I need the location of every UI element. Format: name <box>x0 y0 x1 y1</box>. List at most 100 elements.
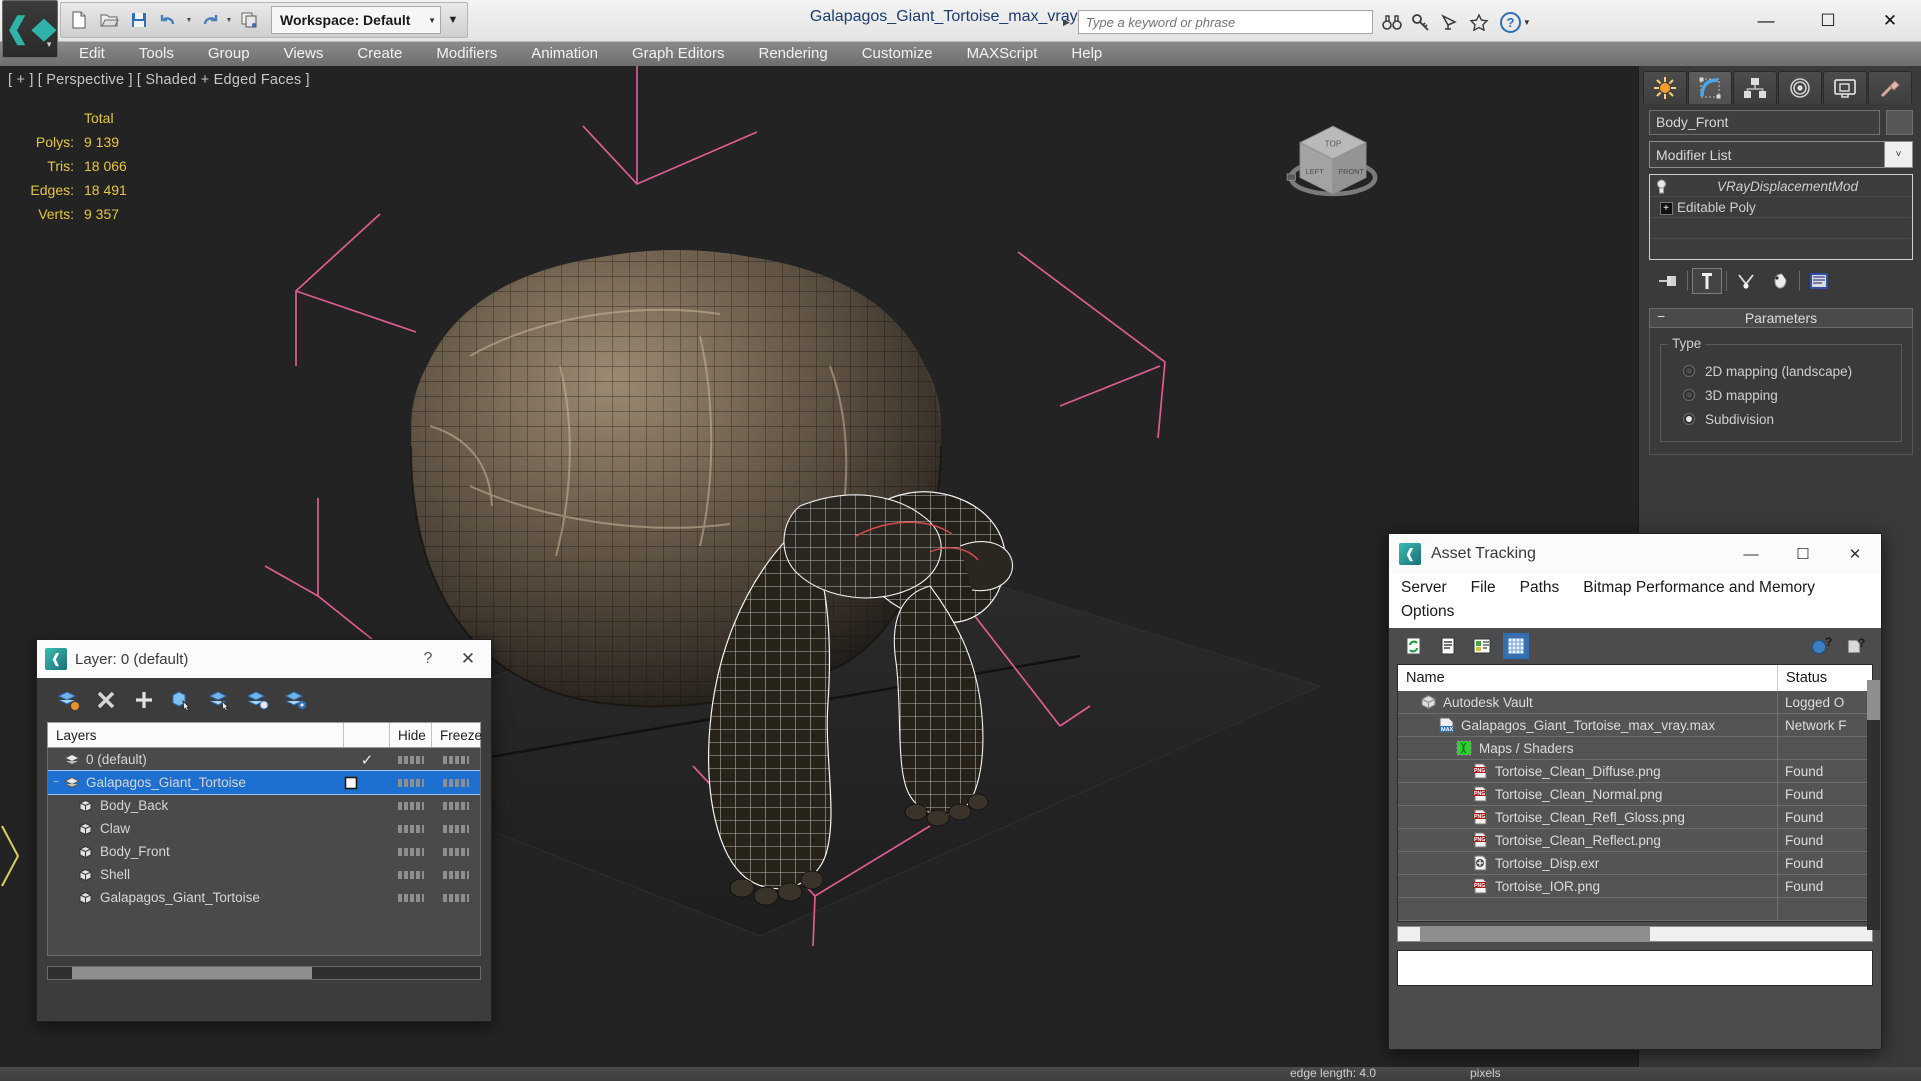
asset-row-ior-png[interactable]: PNG Tortoise_IOR.png Found <box>1398 874 1872 898</box>
asset-vertical-scrollbar[interactable] <box>1867 680 1880 930</box>
asset-row-max-file[interactable]: MAX Galapagos_Giant_Tortoise_max_vray.ma… <box>1398 713 1872 737</box>
binoculars-icon[interactable] <box>1379 10 1405 34</box>
asset-maximize-button[interactable]: ☐ <box>1777 534 1829 574</box>
menu-item-help[interactable]: Help <box>1054 42 1119 66</box>
create-new-layer-icon[interactable] <box>53 686 83 714</box>
new-file-icon[interactable] <box>65 6 93 34</box>
configure-modifier-sets-button[interactable] <box>1804 268 1834 294</box>
asset-menu-server[interactable]: Server <box>1389 576 1459 600</box>
modify-tab[interactable] <box>1688 71 1732 104</box>
delete-layer-icon[interactable] <box>91 686 121 714</box>
layer-horizontal-scrollbar[interactable] <box>47 966 481 980</box>
search-box[interactable] <box>1077 10 1373 34</box>
freeze-toggle[interactable] <box>432 774 480 792</box>
hide-toggle[interactable] <box>390 774 432 792</box>
save-file-icon[interactable] <box>125 6 153 34</box>
modifier-list-dropdown[interactable]: Modifier List ˅ <box>1649 141 1913 168</box>
layer-settings-icon[interactable] <box>281 686 311 714</box>
asset-tracking-window[interactable]: ❰ Asset Tracking — ☐ ✕ Server File Paths… <box>1388 533 1882 1050</box>
stack-item-editable-poly[interactable]: + Editable Poly <box>1651 197 1911 218</box>
asset-menu-paths[interactable]: Paths <box>1508 576 1572 600</box>
hide-toggle[interactable] <box>390 820 432 838</box>
application-menu-button[interactable]: ❰◆ ▼ <box>2 0 58 58</box>
current-layer-check-icon[interactable]: ✓ <box>344 751 390 769</box>
layer-column-hide[interactable]: Hide <box>390 723 432 747</box>
asset-horizontal-scrollbar[interactable] <box>1397 926 1873 942</box>
menu-item-animation[interactable]: Animation <box>514 42 615 66</box>
redo-icon[interactable] <box>195 6 223 34</box>
layer-row-body-front[interactable]: Body_Front <box>48 840 480 863</box>
radio-3d-mapping[interactable]: 3D mapping <box>1671 383 1895 407</box>
collapse-icon[interactable]: − <box>1657 308 1665 324</box>
layer-list[interactable]: 0 (default) ✓ − Galapagos_Giant_Tortoise <box>47 748 481 956</box>
menu-item-create[interactable]: Create <box>340 42 419 66</box>
asset-column-name[interactable]: Name <box>1398 665 1778 691</box>
layer-row-galapagos-giant-tortoise-object[interactable]: Galapagos_Giant_Tortoise <box>48 886 480 909</box>
view-cube[interactable]: TOP LEFT FRONT <box>1278 106 1388 216</box>
maximize-button[interactable]: ☐ <box>1797 0 1859 42</box>
redo-dropdown-arrow-icon[interactable]: ▼ <box>225 17 233 24</box>
plus-box-icon[interactable]: + <box>1655 200 1677 215</box>
help-button[interactable]: ? ▼ <box>1499 11 1531 33</box>
radio-subdivision[interactable]: Subdivision <box>1671 407 1895 431</box>
layer-column-layers[interactable]: Layers <box>48 723 344 747</box>
grid-view-icon[interactable] <box>1503 633 1529 659</box>
viewport-label[interactable]: [ + ] [ Perspective ] [ Shaded + Edged F… <box>8 72 310 88</box>
undo-dropdown-arrow-icon[interactable]: ▼ <box>185 17 193 24</box>
layer-column-current[interactable] <box>344 723 390 747</box>
current-layer-checkbox[interactable] <box>344 776 390 790</box>
help-icon[interactable]: ? <box>1843 633 1869 659</box>
radio-2d-mapping[interactable]: 2D mapping (landscape) <box>1671 359 1895 383</box>
layer-row-galapagos-giant-tortoise[interactable]: − Galapagos_Giant_Tortoise <box>48 770 480 795</box>
asset-row-autodesk-vault[interactable]: Autodesk Vault Logged O <box>1398 690 1872 714</box>
asset-row-diffuse-png[interactable]: PNG Tortoise_Clean_Diffuse.png Found <box>1398 759 1872 783</box>
set-current-layer-icon[interactable] <box>243 686 273 714</box>
open-file-icon[interactable] <box>95 6 123 34</box>
close-button[interactable]: ✕ <box>1859 0 1921 42</box>
scrollbar-thumb[interactable] <box>72 967 312 979</box>
hierarchy-tab[interactable] <box>1733 71 1777 104</box>
asset-row-refl-gloss-png[interactable]: PNG Tortoise_Clean_Refl_Gloss.png Found <box>1398 805 1872 829</box>
asset-row-disp-exr[interactable]: Tortoise_Disp.exr Found <box>1398 851 1872 875</box>
menu-item-customize[interactable]: Customize <box>845 42 950 66</box>
menu-item-group[interactable]: Group <box>191 42 267 66</box>
scrollbar-thumb[interactable] <box>1867 680 1880 720</box>
asset-menu-file[interactable]: File <box>1459 576 1508 600</box>
hide-toggle[interactable] <box>390 751 432 769</box>
menu-item-views[interactable]: Views <box>267 42 341 66</box>
freeze-toggle[interactable] <box>432 751 480 769</box>
scrollbar-thumb[interactable] <box>1420 927 1650 941</box>
hide-toggle[interactable] <box>390 866 432 884</box>
menu-item-graph-editors[interactable]: Graph Editors <box>615 42 742 66</box>
freeze-toggle[interactable] <box>432 866 480 884</box>
minimize-button[interactable]: — <box>1735 0 1797 42</box>
hide-toggle[interactable] <box>390 889 432 907</box>
show-end-result-button[interactable] <box>1692 268 1722 294</box>
remove-modifier-button[interactable] <box>1765 268 1795 294</box>
list-view-icon[interactable] <box>1435 633 1461 659</box>
select-object-layer-icon[interactable] <box>167 686 197 714</box>
layer-row-claw[interactable]: Claw <box>48 817 480 840</box>
utilities-tab[interactable] <box>1868 71 1912 104</box>
add-selection-icon[interactable] <box>129 686 159 714</box>
layer-row-0-default[interactable]: 0 (default) ✓ <box>48 748 480 771</box>
help-new-icon[interactable]: ? <box>1809 633 1835 659</box>
motion-tab[interactable] <box>1778 71 1822 104</box>
chevron-down-icon[interactable]: ▼ <box>1523 18 1531 27</box>
freeze-toggle[interactable] <box>432 843 480 861</box>
expander-icon[interactable]: − <box>48 777 64 788</box>
asset-minimize-button[interactable]: — <box>1725 534 1777 574</box>
menu-item-modifiers[interactable]: Modifiers <box>419 42 514 66</box>
asset-row-normal-png[interactable]: PNG Tortoise_Clean_Normal.png Found <box>1398 782 1872 806</box>
asset-row-maps-shaders[interactable]: Maps / Shaders <box>1398 736 1872 760</box>
asset-row-reflect-png[interactable]: PNG Tortoise_Clean_Reflect.png Found <box>1398 828 1872 852</box>
menu-item-maxscript[interactable]: MAXScript <box>950 42 1055 66</box>
display-tab[interactable] <box>1823 71 1867 104</box>
menu-item-edit[interactable]: Edit <box>62 42 122 66</box>
chevron-down-icon[interactable]: ˅ <box>1884 142 1912 167</box>
search-expand-icon[interactable]: ▶ <box>1055 17 1078 28</box>
search-input[interactable] <box>1085 14 1372 30</box>
workspace-selector[interactable]: Workspace: Default ▼ <box>271 6 441 34</box>
menu-item-rendering[interactable]: Rendering <box>741 42 844 66</box>
modifier-stack[interactable]: VRayDisplacementMod + Editable Poly <box>1649 174 1913 260</box>
